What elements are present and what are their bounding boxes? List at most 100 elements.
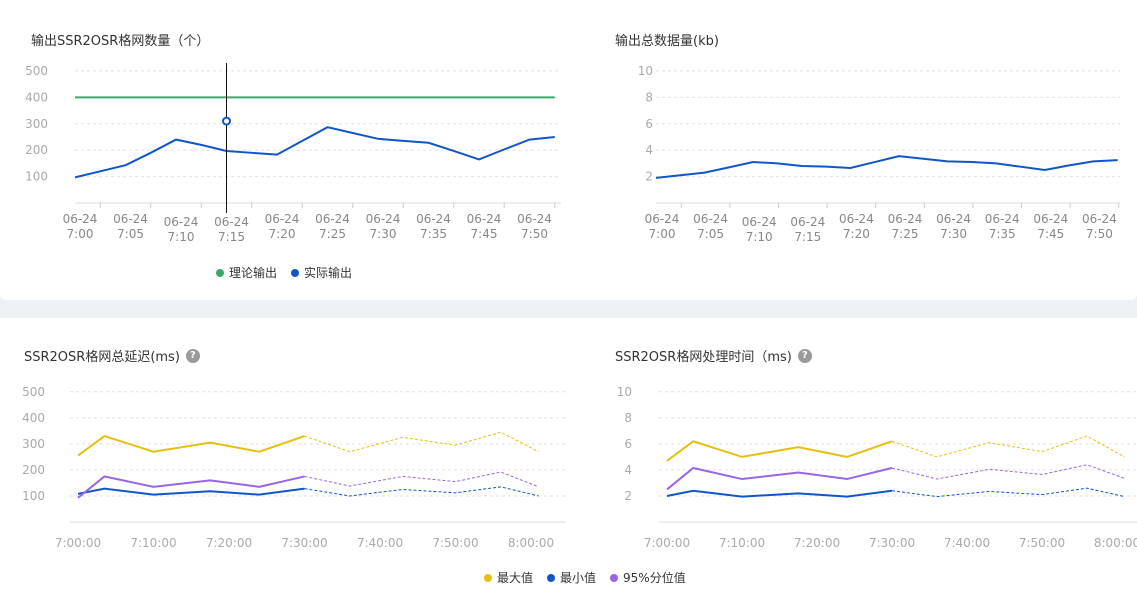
x-tick-label-date: 06-24 xyxy=(985,212,1020,226)
x-tick-label-time: 7:20 xyxy=(269,227,296,241)
y-tick-label: 2 xyxy=(624,489,632,503)
x-tick-label: 7:30:00 xyxy=(281,536,327,550)
legend-label: 最大值 xyxy=(497,571,534,585)
x-tick-label-time: 7:20 xyxy=(843,227,870,241)
x-tick-label-date: 06-24 xyxy=(113,212,148,226)
y-tick-label: 400 xyxy=(25,90,48,104)
series-line-最小值-projected xyxy=(891,487,1125,498)
legend-item[interactable]: 95%分位值 xyxy=(610,569,686,586)
x-tick-label-date: 06-24 xyxy=(517,212,552,226)
x-tick-label-date: 06-24 xyxy=(742,215,777,229)
y-tick-label: 100 xyxy=(22,489,45,503)
x-tick-label: 7:50:00 xyxy=(432,536,478,550)
x-tick-label-time: 7:30 xyxy=(370,227,397,241)
x-tick-label: 7:20:00 xyxy=(794,536,840,550)
y-tick-label: 400 xyxy=(22,411,45,425)
x-tick-label-time: 7:05 xyxy=(117,227,144,241)
y-tick-label: 200 xyxy=(22,463,45,477)
legend-label: 最小值 xyxy=(560,571,597,585)
series-line-95%分位值-projected xyxy=(891,464,1125,480)
x-tick-label-date: 06-24 xyxy=(416,212,451,226)
x-tick-label-time: 7:35 xyxy=(420,227,447,241)
y-tick-label: 10 xyxy=(617,385,632,399)
x-tick-label: 7:10:00 xyxy=(719,536,765,550)
x-tick-label-time: 7:15 xyxy=(794,230,821,244)
x-tick-label-time: 7:30 xyxy=(940,227,967,241)
y-tick-label: 100 xyxy=(25,170,48,184)
legend-item[interactable]: 最小值 xyxy=(547,569,596,586)
x-tick-label: 8:00:00 xyxy=(508,536,554,550)
series-line-最小值 xyxy=(77,487,305,496)
y-tick-label: 2 xyxy=(645,170,653,184)
x-tick-label-date: 06-24 xyxy=(1033,212,1068,226)
x-tick-label: 7:30:00 xyxy=(869,536,915,550)
x-tick-label-time: 7:10 xyxy=(168,230,195,244)
x-tick-label-time: 7:05 xyxy=(697,227,724,241)
x-tick-label: 7:40:00 xyxy=(357,536,403,550)
legend-marker-icon xyxy=(484,573,492,582)
y-tick-label: 300 xyxy=(22,437,45,451)
x-tick-label-date: 06-24 xyxy=(265,212,300,226)
x-tick-label-time: 7:10 xyxy=(746,230,773,244)
legend-item[interactable]: 实际输出 xyxy=(291,264,352,281)
x-tick-label-date: 06-24 xyxy=(366,212,401,226)
x-tick-label: 7:00:00 xyxy=(644,536,690,550)
y-tick-label: 6 xyxy=(624,437,632,451)
y-tick-label: 4 xyxy=(645,143,653,157)
legend-label: 理论输出 xyxy=(229,266,278,280)
hover-point xyxy=(222,116,231,126)
x-tick-label-date: 06-24 xyxy=(645,212,680,226)
x-tick-label-time: 7:00 xyxy=(67,227,94,241)
x-tick-label-date: 06-24 xyxy=(888,212,923,226)
x-tick-label-time: 7:50 xyxy=(1086,227,1113,241)
legend-item[interactable]: 理论输出 xyxy=(216,264,277,281)
x-tick-label: 8:00:00 xyxy=(1094,536,1137,550)
legend-label: 实际输出 xyxy=(304,266,353,280)
series-line-最大值-projected xyxy=(304,431,539,453)
x-tick-label-date: 06-24 xyxy=(164,215,199,229)
y-tick-label: 8 xyxy=(624,411,632,425)
charts-canvas: 10020030040050006-247:0006-247:0506-247:… xyxy=(22,63,1137,550)
x-tick-label-time: 7:45 xyxy=(471,227,498,241)
x-tick-label-date: 06-24 xyxy=(63,212,98,226)
legend-item[interactable]: 最大值 xyxy=(484,569,533,586)
x-tick-label-time: 7:35 xyxy=(989,227,1016,241)
x-tick-label: 7:20:00 xyxy=(206,536,252,550)
series-line-最大值 xyxy=(77,434,305,457)
x-tick-label-time: 7:25 xyxy=(319,227,346,241)
y-tick-label: 500 xyxy=(25,64,48,78)
legend-marker-icon xyxy=(291,268,300,277)
x-tick-label-date: 06-24 xyxy=(936,212,971,226)
x-tick-label-date: 06-24 xyxy=(467,212,502,226)
x-tick-label-time: 7:25 xyxy=(892,227,919,241)
x-tick-label-date: 06-24 xyxy=(1082,212,1117,226)
x-tick-label-date: 06-24 xyxy=(214,215,249,229)
y-tick-label: 8 xyxy=(645,90,653,104)
legend-bottom: 最大值 最小值 95%分位值 xyxy=(484,569,686,586)
y-tick-label: 10 xyxy=(638,64,653,78)
x-tick-label-time: 7:00 xyxy=(649,227,676,241)
x-tick-label-date: 06-24 xyxy=(315,212,350,226)
series-line-95%分位值 xyxy=(666,466,893,491)
legend-marker-icon xyxy=(610,573,619,582)
series-line-series-0 xyxy=(655,155,1118,179)
series-line-95%分位值-projected xyxy=(304,471,539,488)
x-tick-label: 7:40:00 xyxy=(944,536,990,550)
y-tick-label: 4 xyxy=(624,463,632,477)
x-tick-label: 7:50:00 xyxy=(1019,536,1065,550)
x-tick-label: 7:00:00 xyxy=(55,536,101,550)
y-tick-label: 300 xyxy=(25,117,48,131)
y-tick-label: 6 xyxy=(645,117,653,131)
x-tick-label-time: 7:15 xyxy=(218,230,245,244)
series-line-最大值-projected xyxy=(891,435,1125,458)
x-tick-label-date: 06-24 xyxy=(839,212,874,226)
x-tick-label-date: 06-24 xyxy=(693,212,728,226)
legend-marker-icon xyxy=(547,573,556,582)
legend-label: 95%分位值 xyxy=(623,571,686,585)
legend-marker-icon xyxy=(216,268,224,277)
y-tick-label: 500 xyxy=(22,385,45,399)
series-line-实际输出 xyxy=(74,126,555,179)
series-line-最小值-projected xyxy=(304,486,539,497)
x-tick-label-date: 06-24 xyxy=(790,215,825,229)
x-tick-label-time: 7:45 xyxy=(1037,227,1064,241)
